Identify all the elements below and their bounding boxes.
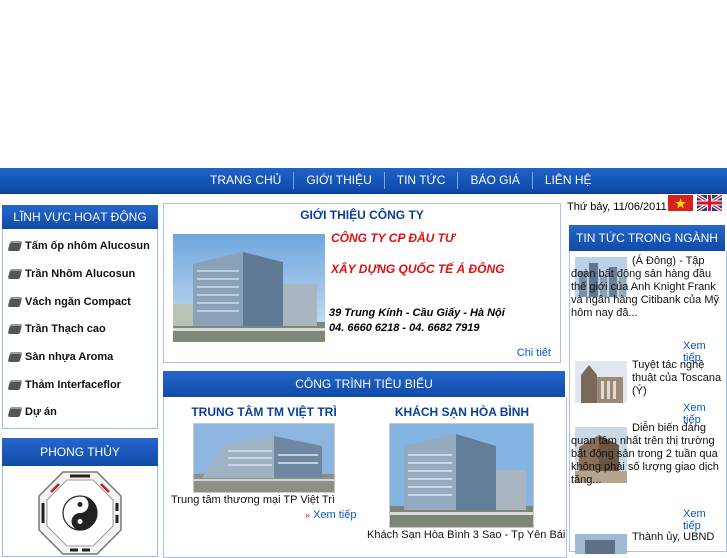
intro-details-link[interactable]: Chi tiết — [517, 347, 551, 359]
nav-items: TRANG CHỦ GIỚI THIỆU TIN TỨC BÁO GIÁ LIÊ… — [198, 168, 604, 193]
news-image-building[interactable] — [575, 534, 627, 554]
menu-item-aroma-floor[interactable]: Sàn nhựa Aroma — [7, 351, 114, 363]
bullet-icon — [7, 407, 23, 417]
project-image-hoabinh[interactable] — [389, 423, 534, 528]
company-intro-title: GIỚI THIỆU CÔNG TY — [300, 208, 424, 222]
menu-item-gypsum-ceiling[interactable]: Trần Thạch cao — [7, 323, 106, 335]
hotel-image — [390, 424, 533, 527]
news-item-1-text[interactable]: (Á Đông) - Tập đoàn bất động sản hàng đầ… — [571, 255, 724, 320]
menu-item-label: Trần Nhôm Alucosun — [25, 268, 136, 280]
nav-news[interactable]: TIN TỨC — [385, 168, 458, 193]
menu-item-projects[interactable]: Dự án — [7, 406, 57, 418]
industry-news-box: (Á Đông) - Tập đoàn bất động sản hàng đầ… — [569, 251, 727, 554]
project-caption-hoabinh: Khách Sạn Hòa Bình 3 Sao - Tp Yên Bái — [367, 529, 566, 541]
news-image-cathedral[interactable] — [575, 361, 627, 403]
news-item-4-text[interactable]: Thành ủy, UBND — [632, 531, 722, 544]
featured-projects-area: TRUNG TÂM TM VIỆT TRÌ Trung tâm thương m… — [163, 397, 567, 558]
project-title-viettri[interactable]: TRUNG TÂM TM VIỆT TRÌ — [164, 405, 364, 419]
current-date: Thứ bảy, 11/06/2011 — [567, 201, 667, 213]
nav-pricing[interactable]: BÁO GIÁ — [458, 168, 531, 193]
bullet-icon — [7, 241, 23, 251]
bullet-icon — [7, 269, 23, 279]
menu-item-alucosun-panel[interactable]: Tấm ốp nhôm Alucosun — [7, 240, 150, 252]
bullet-icon — [7, 297, 23, 307]
arrow-right-icon: » — [305, 510, 311, 520]
nav-contact[interactable]: LIÊN HỆ — [533, 168, 604, 193]
company-building-image — [173, 234, 325, 342]
company-phone: 04. 6660 6218 - 04. 6682 7919 — [329, 322, 480, 334]
project-title-hoabinh[interactable]: KHÁCH SẠN HÒA BÌNH — [362, 405, 562, 419]
company-address: 39 Trung Kính - Cầu Giấy - Hà Nội — [329, 307, 505, 319]
menu-item-compact-partition[interactable]: Vách ngăn Compact — [7, 296, 131, 308]
menu-item-label: Dự án — [25, 406, 57, 418]
menu-item-label: Tấm ốp nhôm Alucosun — [25, 240, 150, 252]
mall-image — [194, 424, 334, 492]
main-nav: TRANG CHỦ GIỚI THIỆU TIN TỨC BÁO GIÁ LIÊ… — [0, 168, 727, 194]
company-name-line2: XÂY DỰNG QUỐC TẾ Á ĐÔNG — [331, 262, 505, 276]
vietnamese-flag-icon[interactable] — [668, 195, 693, 211]
industry-news-title: TIN TỨC TRONG NGÀNH — [569, 225, 725, 251]
business-areas-list: Tấm ốp nhôm Alucosun Trần Nhôm Alucosun … — [2, 229, 158, 429]
project-more-link[interactable]: » Xem tiếp — [305, 509, 357, 521]
project-image-viettri[interactable] — [193, 423, 335, 493]
menu-item-label: Thảm Interfaceflor — [25, 379, 121, 391]
menu-item-label: Vách ngăn Compact — [25, 296, 131, 308]
news-item-3-more[interactable]: Xem tiếp — [683, 508, 726, 532]
english-flag-icon[interactable] — [697, 195, 722, 211]
star-icon — [675, 198, 686, 209]
menu-item-label: Trần Thạch cao — [25, 323, 106, 335]
bagua-icon[interactable] — [37, 470, 123, 556]
business-areas-title: LĨNH VỰC HOẠT ĐỘNG — [2, 205, 158, 229]
company-intro-box: GIỚI THIỆU CÔNG TY CÔNG TY CP ĐẦU TƯ XÂY… — [163, 203, 561, 363]
company-name-line1: CÔNG TY CP ĐẦU TƯ — [331, 231, 455, 245]
project-caption-viettri: Trung tâm thương mại TP Việt Trì — [171, 494, 335, 506]
project-more-label: Xem tiếp — [313, 509, 357, 521]
news-item-3-text[interactable]: Diễn biến đáng quan tâm nhất trên thị tr… — [571, 422, 724, 487]
nav-home[interactable]: TRANG CHỦ — [198, 168, 293, 193]
bullet-icon — [7, 380, 23, 390]
menu-item-label: Sàn nhựa Aroma — [25, 351, 114, 363]
nav-about[interactable]: GIỚI THIỆU — [294, 168, 383, 193]
feng-shui-title: PHONG THỦY — [2, 438, 158, 466]
bullet-icon — [7, 324, 23, 334]
menu-item-interfaceflor[interactable]: Thảm Interfaceflor — [7, 379, 121, 391]
news-item-2-text[interactable]: Tuyệt tác nghệ thuật của Toscana (Ý) — [632, 359, 722, 398]
menu-item-alucosun-ceiling[interactable]: Trần Nhôm Alucosun — [7, 268, 136, 280]
featured-projects-title: CÔNG TRÌNH TIÊU BIỂU — [163, 371, 565, 397]
bullet-icon — [7, 352, 23, 362]
